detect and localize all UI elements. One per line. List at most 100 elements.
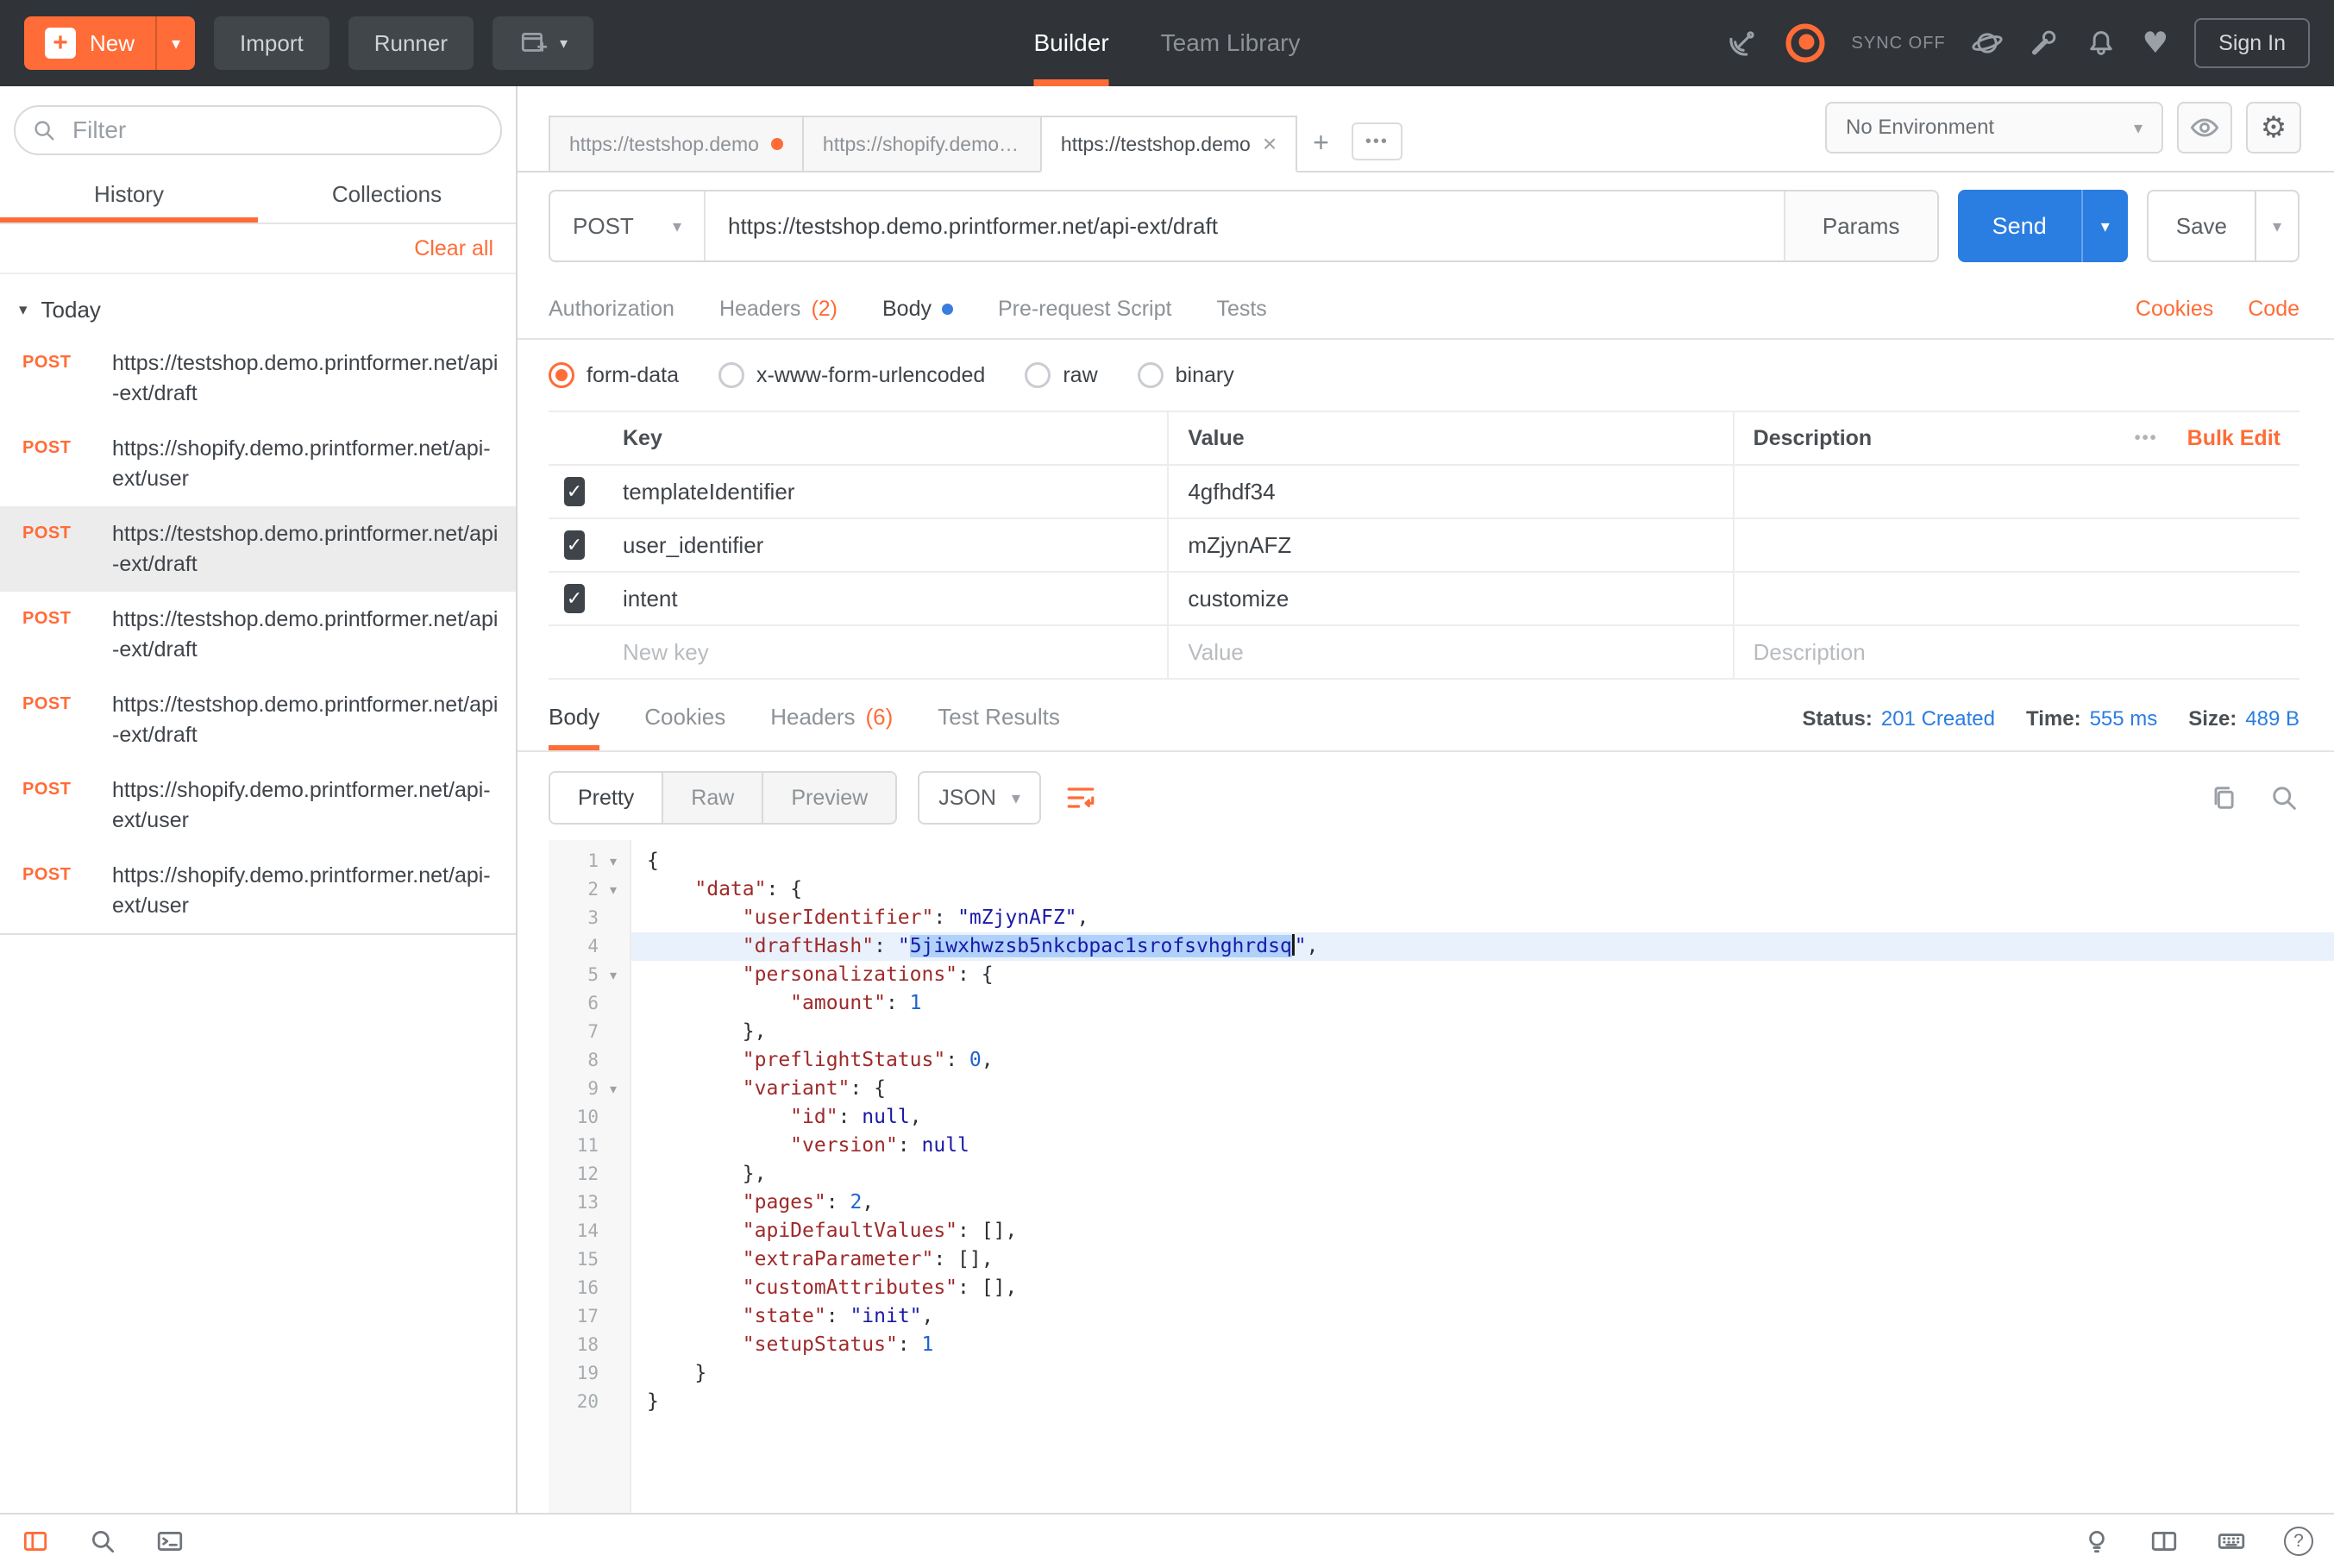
code-text[interactable]: "pages": 2, [631,1189,2334,1217]
fold-caret-icon[interactable]: ▾ [599,961,628,989]
sidebar-tab-history[interactable]: History [0,171,258,223]
planet-icon[interactable] [1972,28,2003,59]
fold-caret-icon[interactable]: ▾ [599,875,628,904]
two-pane-icon[interactable] [2149,1527,2179,1556]
add-tab-button[interactable]: + [1296,114,1346,171]
code-text[interactable]: } [631,1359,2334,1388]
new-window-button[interactable]: ▾ [493,16,593,70]
response-tab-headers[interactable]: Headers(6) [770,688,893,750]
tab-overflow-button[interactable]: ••• [1352,122,1402,160]
wrap-text-button[interactable] [1063,781,1098,815]
sidebar-toggle-icon[interactable] [21,1527,50,1556]
kv-key-cell[interactable]: intent [604,573,1169,624]
settings-button[interactable]: ⚙ [2246,102,2301,154]
kv-new-description-input[interactable]: Description [1735,626,2299,678]
bulk-edit-link[interactable]: Bulk Edit [2187,426,2281,451]
body-type-form-data[interactable]: form-data [549,362,679,388]
response-tab-cookies[interactable]: Cookies [644,688,725,750]
code-text[interactable]: "state": "init", [631,1302,2334,1331]
code-link[interactable]: Code [2248,297,2299,322]
code-text[interactable]: "preflightStatus": 0, [631,1046,2334,1075]
history-item[interactable]: POSThttps://testshop.demo.printformer.ne… [0,592,516,677]
code-text[interactable]: "extraParameter": [], [631,1245,2334,1274]
save-options-caret[interactable]: ▾ [2255,191,2298,260]
kv-description-cell[interactable] [1735,466,2299,517]
search-response-icon[interactable] [2268,782,2299,813]
environment-preview-button[interactable] [2177,102,2232,154]
code-text[interactable]: "customAttributes": [], [631,1274,2334,1302]
open-request-tab[interactable]: https://testshop.demo× [1040,116,1297,172]
import-button[interactable]: Import [214,16,329,70]
history-item[interactable]: POSThttps://testshop.demo.printformer.ne… [0,506,516,592]
code-text[interactable]: }, [631,1018,2334,1046]
request-tab-authorization[interactable]: Authorization [549,297,674,322]
topnav-team-library[interactable]: Team Library [1161,0,1301,86]
format-select[interactable]: JSON ▾ [918,771,1041,825]
kv-value-cell[interactable]: 4gfhdf34 [1169,466,1734,517]
code-text[interactable]: "id": null, [631,1103,2334,1132]
checkbox[interactable]: ✓ [564,477,585,506]
fold-caret-icon[interactable]: ▾ [599,1075,628,1103]
kv-new-key-input[interactable]: New key [604,626,1169,678]
bell-icon[interactable] [2086,28,2117,59]
response-tab-body[interactable]: Body [549,688,599,750]
code-text[interactable]: "apiDefaultValues": [], [631,1217,2334,1245]
code-text[interactable]: "data": { [631,875,2334,904]
topnav-builder[interactable]: Builder [1033,0,1108,86]
kv-new-value-input[interactable]: Value [1169,626,1734,678]
runner-button[interactable]: Runner [348,16,474,70]
new-dropdown-caret[interactable]: ▾ [155,16,195,70]
request-tab-tests[interactable]: Tests [1216,297,1266,322]
checkbox[interactable]: ✓ [564,584,585,613]
keyboard-icon[interactable] [2217,1527,2246,1556]
request-tab-pre-request-script[interactable]: Pre-request Script [998,297,1171,322]
heart-icon[interactable]: ♥ [2143,28,2168,58]
kv-description-cell[interactable] [1735,573,2299,624]
kv-key-cell[interactable]: templateIdentifier [604,466,1169,517]
sidebar-tab-collections[interactable]: Collections [258,171,516,223]
sync-satellite-icon[interactable] [1726,27,1759,60]
history-item[interactable]: POSThttps://shopify.demo.printformer.net… [0,848,516,933]
help-icon[interactable]: ? [2284,1527,2313,1556]
request-tab-body[interactable]: Body [882,297,953,322]
open-request-tab[interactable]: https://testshop.demo [549,116,804,172]
console-icon[interactable] [155,1527,185,1556]
open-request-tab[interactable]: https://shopify.demo.printf [802,116,1042,172]
kv-more-icon[interactable]: ••• [2135,429,2158,448]
url-input[interactable] [706,191,1784,260]
filter-input[interactable] [14,105,502,155]
response-tab-test-results[interactable]: Test Results [938,688,1060,750]
kv-value-cell[interactable]: mZjynAFZ [1169,519,1734,571]
send-button[interactable]: Send [1958,190,2081,262]
history-item[interactable]: POSThttps://testshop.demo.printformer.ne… [0,677,516,762]
code-text[interactable]: "userIdentifier": "mZjynAFZ", [631,904,2334,932]
checkbox[interactable]: ✓ [564,530,585,560]
code-text[interactable]: }, [631,1160,2334,1189]
lightbulb-icon[interactable] [2082,1527,2111,1556]
view-pretty-button[interactable]: Pretty [550,773,662,823]
clear-all-link[interactable]: Clear all [414,236,493,261]
fold-caret-icon[interactable]: ▾ [599,847,628,875]
code-text[interactable]: "variant": { [631,1075,2334,1103]
save-button[interactable]: Save [2149,191,2255,260]
body-type-x-www-form-urlencoded[interactable]: x-www-form-urlencoded [718,362,985,388]
new-button[interactable]: + New ▾ [24,16,195,70]
code-text[interactable]: "personalizations": { [631,961,2334,989]
code-text[interactable]: } [631,1388,2334,1416]
body-type-raw[interactable]: raw [1025,362,1097,388]
kv-key-cell[interactable]: user_identifier [604,519,1169,571]
code-text[interactable]: "draftHash": "5jiwxhwzsb5nkcbpac1srofsvh… [631,932,2334,961]
global-search-icon[interactable] [88,1527,117,1556]
request-tab-headers[interactable]: Headers(2) [719,297,838,322]
sign-in-button[interactable]: Sign In [2194,18,2310,68]
body-type-binary[interactable]: binary [1138,362,1234,388]
wrench-icon[interactable] [2029,28,2060,59]
params-button[interactable]: Params [1784,191,1937,260]
code-text[interactable]: { [631,847,2334,875]
code-text[interactable]: "amount": 1 [631,989,2334,1018]
send-options-caret[interactable]: ▾ [2081,190,2128,262]
view-preview-button[interactable]: Preview [762,773,895,823]
cookies-link[interactable]: Cookies [2136,297,2213,322]
environment-select[interactable]: No Environment ▾ [1825,102,2163,154]
copy-icon[interactable] [2208,782,2239,813]
